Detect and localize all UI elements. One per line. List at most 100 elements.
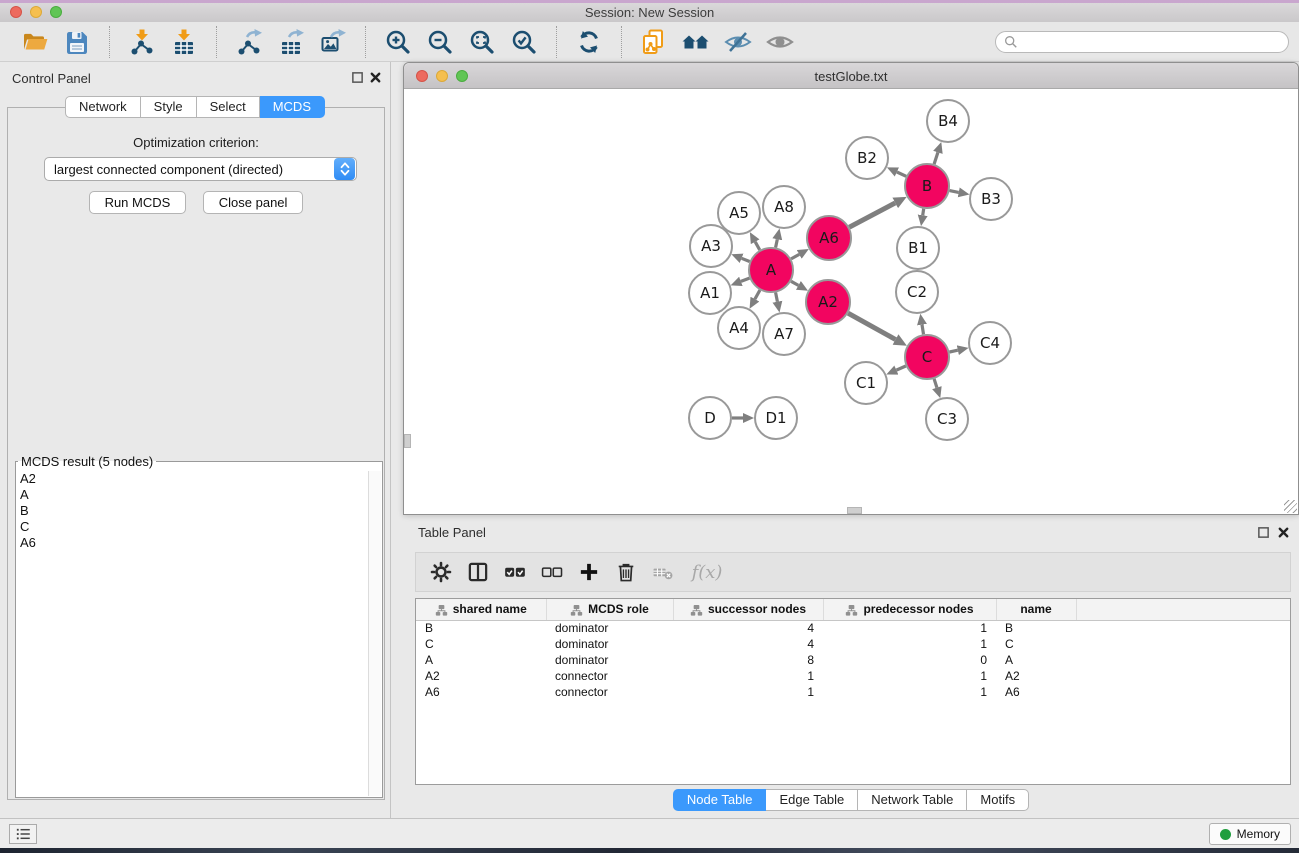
table-cell[interactable]: dominator (546, 636, 673, 652)
memory-button[interactable]: Memory (1209, 823, 1291, 845)
tab-mcds[interactable]: MCDS (260, 96, 325, 118)
table-cell[interactable]: 1 (823, 684, 996, 700)
column-header-name[interactable]: name (996, 599, 1076, 620)
import-table-button[interactable] (163, 24, 205, 60)
mcds-result-item[interactable]: B (17, 503, 368, 519)
tab-style[interactable]: Style (141, 96, 197, 118)
tab-edge-table[interactable]: Edge Table (766, 789, 858, 811)
resize-handle[interactable] (1284, 500, 1297, 513)
graph-node-A6[interactable]: A6 (807, 216, 851, 260)
run-mcds-button[interactable]: Run MCDS (89, 191, 187, 214)
table-cell[interactable]: 1 (823, 668, 996, 684)
settings-button[interactable] (426, 556, 456, 588)
graph-edge-A-A4[interactable] (755, 290, 760, 299)
graph-node-A3[interactable]: A3 (690, 225, 732, 267)
table-cell[interactable]: A6 (416, 684, 546, 700)
select-all-button[interactable] (500, 556, 530, 588)
close-panel-icon[interactable] (368, 70, 382, 84)
table-cell[interactable]: C (416, 636, 546, 652)
graph-node-A5[interactable]: A5 (718, 192, 760, 234)
table-cell[interactable]: C (996, 636, 1076, 652)
table-cell[interactable]: A6 (996, 684, 1076, 700)
graph-edge-C-C3[interactable] (934, 379, 937, 388)
tab-node-table[interactable]: Node Table (673, 789, 767, 811)
columns-button[interactable] (463, 556, 493, 588)
table-cell[interactable]: dominator (546, 652, 673, 668)
delete-column-button[interactable] (611, 556, 641, 588)
graph-edge-C-C2[interactable] (922, 325, 924, 335)
mcds-result-item[interactable]: A (17, 487, 368, 503)
mcds-result-item[interactable]: A6 (17, 535, 368, 551)
export-image-button[interactable] (312, 24, 354, 60)
import-network-button[interactable] (121, 24, 163, 60)
graph-edge-B-B1[interactable] (923, 209, 924, 216)
table-cell[interactable]: 0 (823, 652, 996, 668)
deselect-all-button[interactable] (537, 556, 567, 588)
hide-details-button[interactable] (717, 24, 759, 60)
table-cell[interactable]: 1 (823, 636, 996, 652)
graph-node-D1[interactable]: D1 (755, 397, 797, 439)
graph-edge-A-A7[interactable] (776, 293, 778, 302)
table-cell[interactable]: 8 (673, 652, 823, 668)
network-graph[interactable]: B4B2BB3A8A5A6A3B1AA1C2A2A4A7C4CC1DD1C3 (404, 89, 1298, 514)
duplicate-network-button[interactable] (633, 24, 675, 60)
criterion-select[interactable]: largest connected component (directed) (44, 157, 357, 181)
graph-node-B1[interactable]: B1 (897, 227, 939, 269)
graph-node-B3[interactable]: B3 (970, 178, 1012, 220)
tab-select[interactable]: Select (197, 96, 260, 118)
mcds-result-item[interactable]: A2 (17, 471, 368, 487)
graph-node-A7[interactable]: A7 (763, 313, 805, 355)
horizontal-scroll-nub[interactable] (847, 507, 862, 514)
graph-node-A1[interactable]: A1 (689, 272, 731, 314)
graph-node-C1[interactable]: C1 (845, 362, 887, 404)
zoom-out-button[interactable] (419, 24, 461, 60)
graph-node-C3[interactable]: C3 (926, 398, 968, 440)
mcds-result-item[interactable]: C (17, 519, 368, 535)
add-column-button[interactable] (574, 556, 604, 588)
zoom-selected-button[interactable] (503, 24, 545, 60)
task-history-button[interactable] (9, 824, 37, 844)
graph-edge-A-A2[interactable] (791, 281, 798, 285)
graph-edge-C-C1[interactable] (896, 366, 905, 370)
table-row[interactable]: A2connector11A2 (416, 668, 1291, 684)
graph-node-B4[interactable]: B4 (927, 100, 969, 142)
graph-node-D[interactable]: D (689, 397, 731, 439)
graph-edge-A2-C[interactable] (848, 313, 895, 339)
export-table-button[interactable] (270, 24, 312, 60)
table-cell[interactable]: A2 (996, 668, 1076, 684)
table-cell[interactable]: A (996, 652, 1076, 668)
graph-node-C4[interactable]: C4 (969, 322, 1011, 364)
table-close-panel-icon[interactable] (1276, 525, 1290, 539)
table-cell[interactable]: A (416, 652, 546, 668)
search-input[interactable] (1023, 35, 1280, 49)
show-details-button[interactable] (759, 24, 801, 60)
table-cell[interactable]: 4 (673, 636, 823, 652)
graph-node-A8[interactable]: A8 (763, 186, 805, 228)
save-button[interactable] (56, 24, 98, 60)
graph-edge-A6-B[interactable] (849, 203, 895, 227)
result-scrollbar[interactable] (368, 471, 381, 796)
table-row[interactable]: A6connector11A6 (416, 684, 1291, 700)
refresh-button[interactable] (568, 24, 610, 60)
tab-network[interactable]: Network (65, 96, 141, 118)
graph-edge-A-A5[interactable] (755, 242, 760, 250)
graph-node-B[interactable]: B (905, 164, 949, 208)
table-float-panel-icon[interactable] (1256, 525, 1270, 539)
table-cell[interactable]: A2 (416, 668, 546, 684)
table-cell[interactable]: 1 (823, 620, 996, 636)
tab-network-table[interactable]: Network Table (858, 789, 967, 811)
tab-motifs[interactable]: Motifs (967, 789, 1029, 811)
column-header-MCDS-role[interactable]: MCDS role (546, 599, 673, 620)
graph-edge-A-A1[interactable] (741, 278, 750, 281)
open-button[interactable] (14, 24, 56, 60)
graph-edge-C-C4[interactable] (950, 350, 958, 352)
table-cell[interactable]: connector (546, 684, 673, 700)
table-cell[interactable]: connector (546, 668, 673, 684)
zoom-fit-button[interactable] (461, 24, 503, 60)
graph-node-B2[interactable]: B2 (846, 137, 888, 179)
graph-edge-B-B3[interactable] (950, 191, 959, 193)
table-cell[interactable]: B (996, 620, 1076, 636)
graph-edge-A-A3[interactable] (742, 258, 750, 261)
column-header-shared-name[interactable]: shared name (416, 599, 546, 620)
network-canvas[interactable]: B4B2BB3A8A5A6A3B1AA1C2A2A4A7C4CC1DD1C3 (404, 89, 1298, 514)
